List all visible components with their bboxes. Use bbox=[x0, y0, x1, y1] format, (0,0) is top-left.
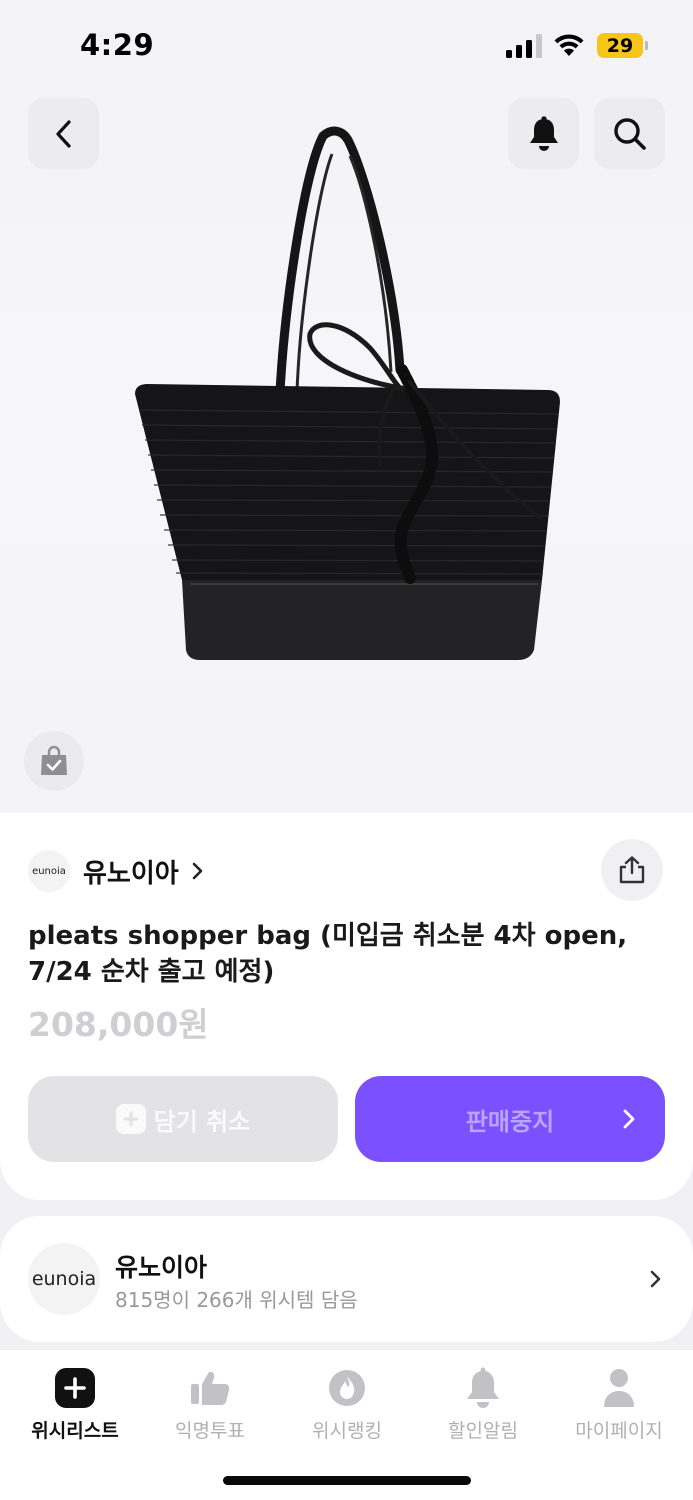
nav-label: 마이페이지 bbox=[575, 1420, 663, 1442]
cancel-wish-label: 담기 취소 bbox=[153, 1107, 251, 1136]
flame-icon bbox=[329, 1370, 365, 1406]
nav-label: 할인알림 bbox=[448, 1420, 518, 1442]
nav-item-ranking[interactable]: 위시랭킹 bbox=[277, 1364, 417, 1444]
thumbs-up-icon bbox=[191, 1371, 230, 1405]
search-button[interactable] bbox=[594, 98, 665, 169]
plus-icon bbox=[115, 1104, 146, 1134]
cellular-signal-icon bbox=[506, 34, 542, 58]
search-icon bbox=[613, 117, 646, 150]
product-image-area: 4:29 29 bbox=[0, 0, 693, 813]
product-photo-bag bbox=[135, 126, 560, 660]
nav-item-vote[interactable]: 익명투표 bbox=[140, 1364, 280, 1444]
wifi-icon bbox=[554, 34, 584, 56]
brand-card-logo: eunoia bbox=[28, 1243, 100, 1315]
product-title: pleats shopper bag (미입금 취소분 4차 open, 7/2… bbox=[28, 921, 628, 987]
nav-item-mypage[interactable]: 마이페이지 bbox=[549, 1364, 689, 1444]
chevron-right-icon bbox=[192, 862, 202, 880]
back-button[interactable] bbox=[28, 98, 99, 169]
bell-icon bbox=[467, 1367, 499, 1408]
product-price: 208,000원 bbox=[28, 1005, 209, 1044]
chevron-right-icon bbox=[623, 1109, 635, 1129]
brand-summary-card[interactable] bbox=[0, 1216, 693, 1342]
battery-indicator: 29 bbox=[597, 33, 643, 58]
brand-logo: eunoia bbox=[28, 850, 70, 892]
person-icon bbox=[604, 1369, 634, 1407]
brand-name: 유노이아 bbox=[83, 858, 179, 889]
home-indicator bbox=[223, 1476, 471, 1485]
status-bar: 4:29 29 bbox=[0, 0, 693, 90]
sold-out-label: 판매중지 bbox=[465, 1107, 555, 1136]
verified-shop-badge[interactable] bbox=[24, 731, 84, 791]
cancel-wish-button[interactable]: 담기 취소 bbox=[28, 1076, 338, 1162]
nav-item-wishlist[interactable]: 위시리스트 bbox=[5, 1364, 145, 1444]
chevron-right-icon bbox=[650, 1270, 661, 1288]
status-time: 4:29 bbox=[80, 28, 155, 62]
share-button[interactable] bbox=[601, 839, 663, 901]
brand-link[interactable]: eunoia 유노이아 bbox=[28, 849, 205, 893]
brand-card-stats: 815명이 266개 위시템 담음 bbox=[115, 1288, 358, 1312]
chevron-left-icon bbox=[55, 119, 71, 148]
brand-card-name: 유노이아 bbox=[115, 1253, 208, 1282]
nav-label: 익명투표 bbox=[175, 1420, 245, 1442]
nav-label: 위시랭킹 bbox=[312, 1420, 382, 1442]
nav-item-discount-alert[interactable]: 할인알림 bbox=[413, 1364, 553, 1444]
plus-icon bbox=[55, 1368, 95, 1408]
shopping-bag-check-icon bbox=[41, 745, 67, 775]
nav-label: 위시리스트 bbox=[31, 1420, 119, 1442]
sold-out-button[interactable]: 판매중지 bbox=[355, 1076, 665, 1162]
battery-tip bbox=[645, 41, 648, 50]
share-icon bbox=[619, 856, 645, 884]
